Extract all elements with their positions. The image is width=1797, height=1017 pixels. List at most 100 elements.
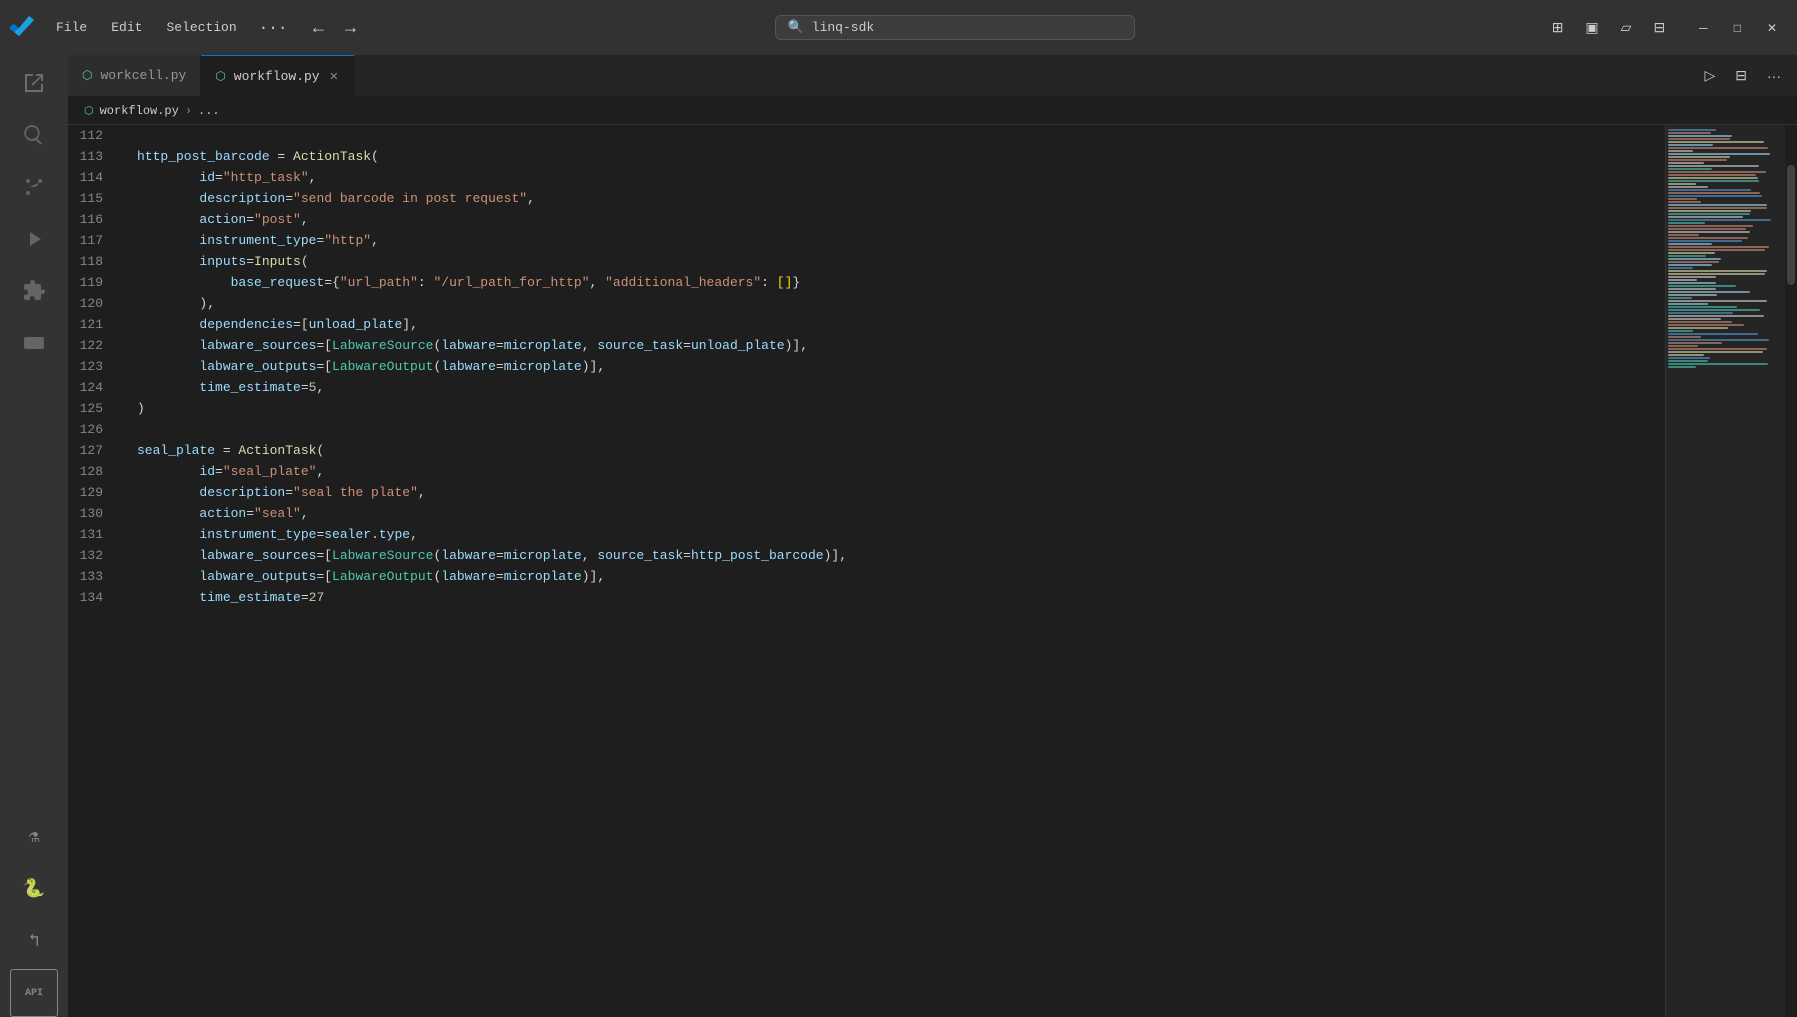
minimap-line — [1668, 156, 1730, 158]
code-line: description="send barcode in post reques… — [137, 188, 1665, 209]
line-number: 114 — [68, 167, 115, 188]
line-number: 133 — [68, 566, 115, 587]
minimap-line — [1668, 345, 1698, 347]
tab-workflow-close[interactable]: ✕ — [328, 66, 340, 87]
tab-workcell-label: workcell.py — [100, 68, 186, 83]
minimap-line — [1668, 336, 1701, 338]
minimap-line — [1668, 348, 1767, 350]
layout-button-3[interactable]: ▱ — [1613, 15, 1640, 40]
code-line: inputs=Inputs( — [137, 251, 1665, 272]
minimap-line — [1668, 243, 1712, 245]
minimap-line — [1668, 192, 1760, 194]
minimap-line — [1668, 273, 1765, 275]
minimap-line — [1668, 183, 1696, 185]
activity-item-remote[interactable] — [10, 319, 58, 367]
minimap-line — [1668, 300, 1767, 302]
line-number: 131 — [68, 524, 115, 545]
minimap-line — [1668, 282, 1716, 284]
activity-bar: ⚗ 🐍 ↰ API — [0, 55, 68, 1017]
breadcrumb-file-icon: ⬡ — [84, 104, 94, 118]
minimap-line — [1668, 153, 1770, 155]
minimap-line — [1668, 180, 1759, 182]
code-line: action="seal", — [137, 503, 1665, 524]
layout-button-1[interactable]: ⊞ — [1544, 15, 1572, 40]
activity-item-explorer[interactable] — [10, 59, 58, 107]
search-text: linq-sdk — [812, 20, 1122, 35]
layout-button-2[interactable]: ▣ — [1577, 15, 1606, 40]
line-number: 121 — [68, 314, 115, 335]
minimap-line — [1668, 276, 1716, 278]
breadcrumb-file[interactable]: workflow.py — [100, 104, 179, 118]
code-line: instrument_type="http", — [137, 230, 1665, 251]
nav-forward-button[interactable]: → — [335, 13, 365, 42]
scrollbar-thumb[interactable] — [1787, 165, 1795, 285]
minimap-line — [1668, 258, 1721, 260]
line-number: 116 — [68, 209, 115, 230]
minimap-line — [1668, 312, 1733, 314]
activity-item-branch[interactable]: ↰ — [10, 917, 58, 965]
menu-more[interactable]: ··· — [251, 15, 296, 41]
minimap-line — [1668, 330, 1693, 332]
tab-workcell[interactable]: ⬡ workcell.py — [68, 55, 201, 96]
minimap-line — [1668, 237, 1748, 239]
activity-item-flask[interactable]: ⚗ — [10, 813, 58, 861]
close-button[interactable]: ✕ — [1755, 15, 1789, 41]
minimap-line — [1668, 306, 1737, 308]
code-line: ) — [137, 398, 1665, 419]
minimap-line — [1668, 303, 1708, 305]
minimap-line — [1668, 171, 1766, 173]
menu-file[interactable]: File — [46, 16, 97, 39]
code-line: labware_outputs=[LabwareOutput(labware=m… — [137, 356, 1665, 377]
minimap-line — [1668, 327, 1728, 329]
minimap-line — [1668, 132, 1711, 134]
line-numbers: 1121131141151161171181191201211221231241… — [68, 125, 123, 1017]
maximize-button[interactable]: □ — [1722, 15, 1753, 41]
scrollbar-track[interactable] — [1785, 125, 1797, 1017]
minimap-line — [1668, 189, 1751, 191]
menu-selection[interactable]: Selection — [156, 16, 246, 39]
menu-edit[interactable]: Edit — [101, 16, 152, 39]
layout-button-4[interactable]: ⊟ — [1645, 15, 1673, 40]
minimap-line — [1668, 297, 1692, 299]
code-editor[interactable]: 1121131141151161171181191201211221231241… — [68, 125, 1797, 1017]
line-number: 129 — [68, 482, 115, 503]
minimize-button[interactable]: ─ — [1687, 15, 1720, 41]
minimap-line — [1668, 204, 1767, 206]
line-number: 122 — [68, 335, 115, 356]
minimap-line — [1668, 168, 1712, 170]
minimap-line — [1668, 252, 1715, 254]
minimap-line — [1668, 279, 1697, 281]
minimap-line — [1668, 213, 1750, 215]
activity-item-run-debug[interactable] — [10, 215, 58, 263]
minimap-line — [1668, 342, 1722, 344]
breadcrumb-rest[interactable]: ... — [198, 104, 220, 118]
line-number: 134 — [68, 587, 115, 608]
activity-item-python[interactable]: 🐍 — [10, 865, 58, 913]
code-content[interactable]: http_post_barcode = ActionTask( id="http… — [123, 125, 1665, 1017]
breadcrumb: ⬡ workflow.py › ... — [68, 97, 1797, 125]
minimap-line — [1668, 324, 1744, 326]
editor-area: ⬡ workcell.py ⬡ workflow.py ✕ ▷ ⊟ ··· ⬡ … — [68, 55, 1797, 1017]
minimap-line — [1668, 357, 1710, 359]
code-line: seal_plate = ActionTask( — [137, 440, 1665, 461]
search-input-wrap[interactable]: 🔍 linq-sdk — [775, 15, 1135, 40]
activity-item-source-control[interactable] — [10, 163, 58, 211]
minimap-line — [1668, 249, 1765, 251]
minimap-line — [1668, 228, 1746, 230]
search-bar: 🔍 linq-sdk — [385, 15, 1523, 40]
minimap-line — [1668, 339, 1769, 341]
minimap-line — [1668, 318, 1721, 320]
code-line: labware_sources=[LabwareSource(labware=m… — [137, 335, 1665, 356]
line-number: 130 — [68, 503, 115, 524]
run-button[interactable]: ▷ — [1696, 63, 1723, 88]
tab-workflow[interactable]: ⬡ workflow.py ✕ — [201, 55, 355, 96]
activity-item-api[interactable]: API — [10, 969, 58, 1017]
activity-item-extensions[interactable] — [10, 267, 58, 315]
split-button[interactable]: ⊟ — [1727, 63, 1755, 88]
nav-back-button[interactable]: ← — [303, 13, 333, 42]
minimap-line — [1668, 309, 1760, 311]
minimap-line — [1668, 246, 1769, 248]
activity-item-search[interactable] — [10, 111, 58, 159]
more-actions-button[interactable]: ··· — [1759, 64, 1789, 88]
code-line: instrument_type=sealer.type, — [137, 524, 1665, 545]
